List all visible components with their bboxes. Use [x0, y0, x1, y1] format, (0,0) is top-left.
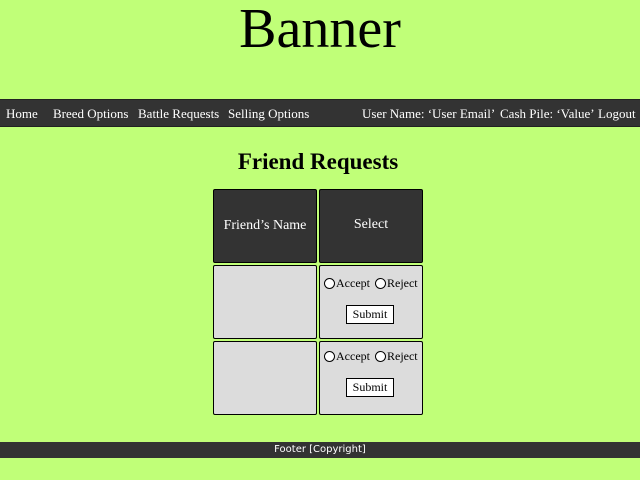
nav-breed-options-link[interactable]: Breed Options [53, 100, 128, 128]
reject-radio[interactable] [374, 278, 386, 289]
reject-radio[interactable] [374, 351, 386, 362]
nav-battle-requests-link[interactable]: Battle Requests [138, 100, 219, 128]
table-header-select: Select [319, 189, 423, 263]
select-cell: Accept Reject Submit [319, 265, 423, 339]
accept-radio[interactable] [324, 351, 335, 362]
friend-name-cell [213, 341, 317, 415]
page: Banner Home Breed Options Battle Request… [0, 0, 640, 480]
nav-selling-options-link[interactable]: Selling Options [228, 100, 309, 128]
submit-button[interactable]: Submit [346, 305, 394, 324]
nav-bar: Home Breed Options Battle Requests Selli… [0, 99, 640, 127]
header-label: Select [353, 217, 389, 232]
response-options: Accept Reject [324, 276, 423, 291]
accept-label[interactable]: Accept [336, 276, 370, 291]
header-label: Friend’s Name [223, 218, 307, 233]
reject-label[interactable]: Reject [387, 276, 418, 291]
nav-logout-link[interactable]: Logout [598, 100, 636, 128]
submit-button[interactable]: Submit [346, 378, 394, 397]
accept-label[interactable]: Accept [336, 349, 370, 364]
banner: Banner [239, 0, 401, 60]
nav-user-name[interactable]: User Name: ‘User Email’ [362, 100, 495, 128]
page-title: Friend Requests [237, 149, 399, 174]
accept-radio[interactable] [324, 278, 335, 289]
friend-name-cell [213, 265, 317, 339]
footer: Footer [Copyright] [0, 442, 640, 458]
response-options: Accept Reject [324, 349, 423, 364]
nav-cash-pile[interactable]: Cash Pile: ‘Value’ [500, 100, 595, 128]
select-cell: Accept Reject Submit [319, 341, 423, 415]
nav-home-link[interactable]: Home [6, 100, 38, 128]
reject-label[interactable]: Reject [387, 349, 418, 364]
table-header-friend-name: Friend’s Name [213, 189, 317, 263]
